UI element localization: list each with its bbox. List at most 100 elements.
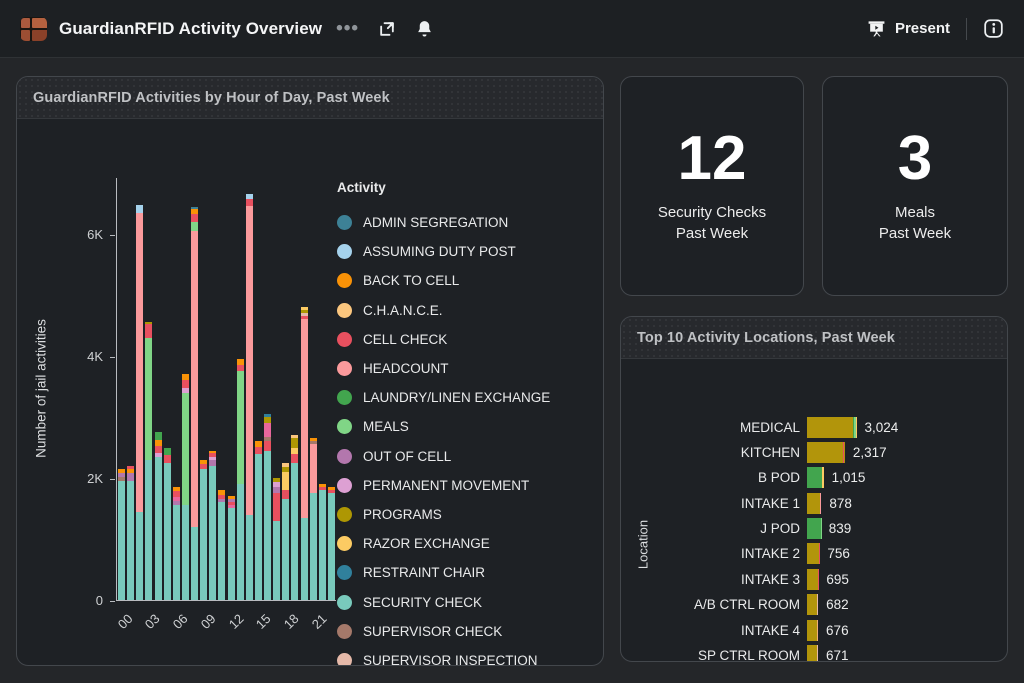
- stacked-bar-hour-11[interactable]: [218, 490, 225, 600]
- bar-segment: [118, 481, 125, 600]
- stacked-bar-hour-12[interactable]: [228, 496, 235, 600]
- legend-item-programs[interactable]: PROGRAMS: [337, 500, 599, 529]
- app-header: GuardianRFID Activity Overview ••• Prese…: [0, 0, 1024, 58]
- legend-item-restraint-chair[interactable]: RESTRAINT CHAIR: [337, 558, 599, 587]
- legend-item-label: LAUNDRY/LINEN EXCHANGE: [363, 390, 550, 405]
- legend-item-cell-check[interactable]: CELL CHECK: [337, 325, 599, 354]
- more-options-icon[interactable]: •••: [336, 13, 359, 45]
- stacked-bar-hour-05[interactable]: [164, 448, 171, 601]
- legend-item-label: HEADCOUNT: [363, 361, 449, 376]
- legend-color-dot: [337, 536, 352, 551]
- stacked-bar-hour-06[interactable]: [173, 487, 180, 600]
- location-bar[interactable]: [807, 518, 821, 539]
- legend-item-supervisor-check[interactable]: SUPERVISOR CHECK: [337, 617, 599, 646]
- location-bar[interactable]: [807, 543, 819, 564]
- location-row-intake-1: INTAKE 1878: [635, 492, 999, 514]
- top-locations-title-bar[interactable]: Top 10 Activity Locations, Past Week: [621, 317, 1007, 359]
- stacked-bar-hour-01[interactable]: [127, 466, 134, 600]
- stacked-bar-hour-20[interactable]: [301, 307, 308, 600]
- x-tick-21: 21: [301, 611, 330, 640]
- legend-color-dot: [337, 595, 352, 610]
- security-checks-scalar[interactable]: 12 Security Checks Past Week: [621, 77, 803, 295]
- location-value: 695: [826, 572, 849, 587]
- info-icon[interactable]: [983, 13, 1004, 45]
- location-bar[interactable]: [807, 442, 845, 463]
- bar-segment: [291, 438, 298, 447]
- hourly-activity-card: GuardianRFID Activities by Hour of Day, …: [16, 76, 604, 666]
- legend-item-label: RESTRAINT CHAIR: [363, 565, 485, 580]
- legend-color-dot: [337, 653, 352, 666]
- top-locations-chart: Location MEDICAL3,024KITCHEN2,317B POD1,…: [621, 359, 1007, 662]
- x-tick-00: 00: [106, 611, 135, 640]
- y-tick-4K: 4K: [63, 349, 103, 364]
- location-value: 682: [826, 597, 849, 612]
- location-bar[interactable]: [807, 467, 824, 488]
- legend-item-razor-exchange[interactable]: RAZOR EXCHANGE: [337, 529, 599, 558]
- stacked-bar-hour-19[interactable]: [291, 435, 298, 600]
- stacked-bar-hour-04[interactable]: [155, 432, 162, 600]
- stacked-bar-hour-03[interactable]: [145, 322, 152, 600]
- legend-color-dot: [337, 478, 352, 493]
- bar-segment: [817, 594, 818, 615]
- stacked-bar-hour-15[interactable]: [255, 441, 262, 600]
- legend-item-meals[interactable]: MEALS: [337, 412, 599, 441]
- stacked-bar-hour-23[interactable]: [328, 487, 335, 600]
- bell-icon[interactable]: [415, 13, 434, 45]
- stacked-bar-hour-21[interactable]: [310, 438, 317, 600]
- meals-scalar[interactable]: 3 Meals Past Week: [823, 77, 1007, 295]
- stacked-bar-hour-13[interactable]: [237, 359, 244, 600]
- legend-item-headcount[interactable]: HEADCOUNT: [337, 354, 599, 383]
- location-row-j-pod: J POD839: [635, 518, 999, 540]
- location-row-kitchen: KITCHEN2,317: [635, 441, 999, 463]
- stacked-bar-hour-08[interactable]: [191, 207, 198, 600]
- present-button[interactable]: Present: [867, 19, 950, 38]
- bar-segment: [844, 442, 845, 463]
- location-bar[interactable]: [807, 417, 856, 438]
- bar-segment: [145, 460, 152, 600]
- legend-item-out-of-cell[interactable]: OUT OF CELL: [337, 442, 599, 471]
- stacked-bar-hour-00[interactable]: [118, 469, 125, 600]
- legend-item-supervisor-inspection[interactable]: SUPERVISOR INSPECTION: [337, 646, 599, 666]
- legend-item-label: RAZOR EXCHANGE: [363, 536, 490, 551]
- bar-segment: [807, 442, 843, 463]
- hourly-card-title-bar[interactable]: GuardianRFID Activities by Hour of Day, …: [17, 77, 603, 119]
- stacked-bar-hour-02[interactable]: [136, 205, 143, 600]
- legend-item-c-h-a-n-c-e-[interactable]: C.H.A.N.C.E.: [337, 296, 599, 325]
- location-label: INTAKE 1: [635, 496, 807, 511]
- legend-color-dot: [337, 273, 352, 288]
- location-bar[interactable]: [807, 594, 818, 615]
- bar-segment: [273, 521, 280, 600]
- location-bar[interactable]: [807, 569, 818, 590]
- legend-color-dot: [337, 244, 352, 259]
- bar-segment: [164, 448, 171, 456]
- bar-segment: [807, 543, 819, 564]
- legend-item-back-to-cell[interactable]: BACK TO CELL: [337, 266, 599, 295]
- stacked-bar-hour-18[interactable]: [282, 463, 289, 600]
- stacked-bar-hour-07[interactable]: [182, 374, 189, 600]
- bar-segment: [264, 423, 271, 436]
- legend-item-laundry-linen-exchange[interactable]: LAUNDRY/LINEN EXCHANGE: [337, 383, 599, 412]
- stacked-bar-hour-10[interactable]: [209, 451, 216, 600]
- bar-segment: [807, 467, 822, 488]
- location-bar[interactable]: [807, 493, 821, 514]
- legend-color-dot: [337, 565, 352, 580]
- bar-segment: [818, 569, 819, 590]
- location-row-intake-2: INTAKE 2756: [635, 543, 999, 565]
- location-bar[interactable]: [807, 620, 818, 641]
- location-bar[interactable]: [807, 645, 818, 662]
- stacked-bar-hour-17[interactable]: [273, 478, 280, 600]
- legend-item-admin-segregation[interactable]: ADMIN SEGREGATION: [337, 208, 599, 237]
- stacked-bar-hour-09[interactable]: [200, 460, 207, 600]
- legend-item-label: CELL CHECK: [363, 332, 447, 347]
- stacked-bar-hour-14[interactable]: [246, 194, 253, 600]
- legend-item-security-check[interactable]: SECURITY CHECK: [337, 587, 599, 616]
- bar-segment: [173, 505, 180, 600]
- share-icon[interactable]: [377, 13, 397, 45]
- legend-item-permanent-movement[interactable]: PERMANENT MOVEMENT: [337, 471, 599, 500]
- stacked-bar-hour-22[interactable]: [319, 484, 326, 600]
- legend-item-assuming-duty-post[interactable]: ASSUMING DUTY POST: [337, 237, 599, 266]
- stacked-bar-hour-16[interactable]: [264, 414, 271, 600]
- bar-segment: [218, 502, 225, 600]
- bar-segment: [145, 324, 152, 338]
- bar-segment: [136, 205, 143, 213]
